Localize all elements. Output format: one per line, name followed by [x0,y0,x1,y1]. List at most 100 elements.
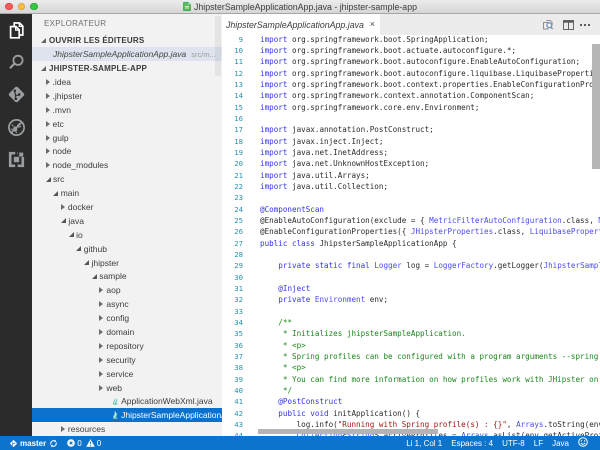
code-token: /** [278,318,292,327]
git-branch-indicator[interactable]: master [9,439,46,448]
code-token [260,397,278,406]
file-item-ApplicationWebXml.java[interactable]: ApplicationWebXml.java [32,394,222,408]
encoding-setting[interactable]: UTF-8 [502,439,525,448]
tab-active[interactable]: JhipsterSampleApplicationApp.java × [222,14,380,35]
error-indicator[interactable]: 0 [67,439,81,448]
code-token: JhipsterSampleApplicationApp [544,261,600,270]
eol-setting[interactable]: LF [534,439,543,448]
folder-item-service[interactable]: service [32,367,222,381]
cursor-position[interactable]: Li 1, Col 1 [406,439,442,448]
code-line-text: /** [260,317,292,328]
search-icon [7,53,25,71]
tree-item-label: JhipsterSampleApplicationApp.java [121,410,222,420]
code-line-22: 22import java.util.Collection; [222,181,600,192]
feedback-button[interactable] [578,437,588,449]
folder-item-jhipster[interactable]: jhipster [32,256,222,270]
language-mode[interactable]: Java [552,439,569,448]
open-editors-header[interactable]: OUVRIR LES ÉDITEURS [32,33,222,47]
folder-item-.idea[interactable]: .idea [32,75,222,89]
vertical-scrollbar[interactable] [592,44,600,169]
warning-indicator[interactable]: 0 [86,439,101,448]
folder-item-resources[interactable]: resources [32,422,222,436]
folder-item-io[interactable]: io [32,228,222,242]
sync-button[interactable] [49,439,58,448]
code-token: import [260,171,287,180]
activity-debug-icon[interactable] [0,111,32,143]
code-line-13: 13import org.springframework.boot.contex… [222,79,600,90]
explorer-icon [8,21,25,39]
activity-source-control-icon[interactable] [0,79,32,111]
folder-item-docker[interactable]: docker [32,200,222,214]
folder-item-async[interactable]: async [32,297,222,311]
file-preview-icon[interactable] [542,19,554,31]
folder-item-src[interactable]: src [32,172,222,186]
line-number: 31 [222,283,243,294]
editor-group: JhipsterSampleApplicationApp.java × [222,14,600,436]
tree-item-label: node_modules [53,160,109,170]
code-token: @Inject [278,284,310,293]
tree-item-label: resources [68,424,105,434]
twistie-expanded-icon [53,191,58,196]
folder-item-java[interactable]: java [32,214,222,228]
folder-item-node_modules[interactable]: node_modules [32,158,222,172]
horizontal-scrollbar[interactable] [258,429,438,434]
code-line-23: 23 [222,192,600,203]
line-number: 26 [222,226,243,237]
folder-item-web[interactable]: web [32,381,222,395]
line-number: 27 [222,238,243,249]
project-folder-header[interactable]: JHIPSTER-SAMPLE-APP [32,61,222,75]
tree-item-label: io [76,230,83,240]
folder-item-etc[interactable]: etc [32,117,222,131]
line-number: 25 [222,215,243,226]
line-number: 32 [222,294,243,305]
code-line-40: 40 */ [222,385,600,396]
code-line-text: @EnableAutoConfiguration(exclude = { Met… [260,215,600,226]
code-line-11: 11import org.springframework.boot.autoco… [222,56,600,67]
open-editor-item[interactable]: JhipsterSampleApplicationApp.java src/m.… [32,47,222,61]
more-actions-icon[interactable] [579,23,591,27]
sidebar-scrollbar[interactable] [215,16,221,76]
activity-search-icon[interactable] [0,46,32,78]
line-number: 23 [222,192,243,203]
code-line-19: 19import java.net.InetAddress; [222,147,600,158]
line-number: 17 [222,124,243,135]
code-token [260,341,278,350]
activity-extensions-icon[interactable] [0,143,32,175]
code-line-text: public class JhipsterSampleApplicationAp… [260,238,457,249]
folder-item-main[interactable]: main [32,186,222,200]
vscode-window: JhipsterSampleApplicationApp.java - jhip… [0,0,600,450]
folder-item-security[interactable]: security [32,353,222,367]
code-token: import [260,69,287,78]
file-item-JhipsterSampleApplicationApp.java[interactable]: JhipsterSampleApplicationApp.java [32,408,222,422]
folder-item-domain[interactable]: domain [32,325,222,339]
tab-close-icon[interactable]: × [370,20,375,29]
folder-item-github[interactable]: github [32,242,222,256]
java-file-icon [112,411,119,419]
folder-item-config[interactable]: config [32,311,222,325]
explorer-sidebar: EXPLORATEUR OUVRIR LES ÉDITEURS Jhipster… [32,14,222,436]
code-token: log = [402,261,434,270]
code-line-text: import org.springframework.core.env.Envi… [260,102,479,113]
folder-item-aop[interactable]: aop [32,283,222,297]
twistie-collapsed-icon [46,162,50,168]
line-number: 34 [222,317,243,328]
folder-item-.jhipster[interactable]: .jhipster [32,89,222,103]
folder-item-sample[interactable]: sample [32,269,222,283]
folder-item-node[interactable]: node [32,144,222,158]
line-number: 20 [222,158,243,169]
split-editor-icon[interactable] [563,20,574,30]
twistie-collapsed-icon [99,315,103,321]
code-editor[interactable]: 9import org.springframework.boot.SpringA… [222,34,600,436]
folder-item-.mvn[interactable]: .mvn [32,103,222,117]
code-token: import [260,159,287,168]
folder-item-repository[interactable]: repository [32,339,222,353]
tree-item-label: jhipster [92,258,119,268]
activity-explorer-icon[interactable] [0,14,32,46]
folder-item-gulp[interactable]: gulp [32,131,222,145]
error-icon [67,439,75,447]
code-token: javax.annotation.PostConstruct; [287,125,433,134]
java-file-icon [112,397,119,405]
code-token [260,329,278,338]
indentation-setting[interactable]: Espaces : 4 [451,439,493,448]
code-line-41: 41 @PostConstruct [222,396,600,407]
